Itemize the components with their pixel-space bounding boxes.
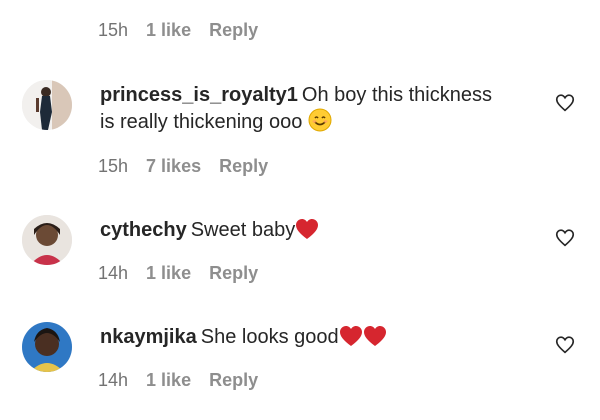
avatar-image — [22, 80, 72, 130]
comment-item: cythechy Sweet baby 14h 1 like Reply — [22, 215, 582, 305]
avatar-image — [22, 322, 72, 372]
like-heart-icon[interactable] — [554, 227, 578, 251]
like-count[interactable]: 1 like — [146, 263, 191, 284]
smiling-face-emoji-icon — [308, 108, 332, 139]
like-count[interactable]: 7 likes — [146, 156, 201, 177]
reply-button[interactable]: Reply — [219, 156, 268, 177]
like-count[interactable]: 1 like — [146, 20, 191, 41]
comment-item: nkaymjika She looks good 14h 1 like Reply — [22, 322, 582, 412]
timestamp: 14h — [98, 263, 129, 283]
comment-body: Sweet baby — [190, 219, 296, 241]
timestamp: 14h — [98, 370, 129, 390]
timestamp: 15h — [98, 156, 129, 176]
username-link[interactable]: nkaymjika — [100, 326, 197, 348]
avatar-image — [22, 215, 72, 265]
reply-button[interactable]: Reply — [209, 263, 258, 284]
comment-meta: 15h 7 likes Reply — [98, 156, 268, 177]
red-heart-emoji-icon — [363, 325, 387, 354]
avatar[interactable] — [22, 215, 72, 265]
reply-button[interactable]: Reply — [209, 370, 258, 391]
comment-body: She looks good — [200, 326, 339, 348]
comment-meta-top: 15h 1 like Reply — [98, 20, 258, 41]
like-heart-icon[interactable] — [554, 334, 578, 358]
red-heart-emoji-icon — [339, 325, 363, 354]
username-link[interactable]: princess_is_royalty1 — [100, 84, 298, 106]
like-count[interactable]: 1 like — [146, 370, 191, 391]
comment-text: princess_is_royalty1 Oh boy this thicknes… — [100, 82, 500, 139]
avatar[interactable] — [22, 80, 72, 130]
comment-meta: 14h 1 like Reply — [98, 370, 258, 391]
reply-button[interactable]: Reply — [209, 20, 258, 41]
red-heart-emoji-icon — [295, 218, 319, 247]
comment-meta: 14h 1 like Reply — [98, 263, 258, 284]
username-link[interactable]: cythechy — [100, 219, 187, 241]
comment-item: princess_is_royalty1 Oh boy this thicknes… — [22, 80, 582, 190]
like-heart-icon[interactable] — [554, 92, 578, 116]
comment-text: cythechy Sweet baby — [100, 217, 500, 247]
comment-text: nkaymjika She looks good — [100, 324, 500, 354]
timestamp: 15h — [98, 20, 129, 40]
avatar[interactable] — [22, 322, 72, 372]
